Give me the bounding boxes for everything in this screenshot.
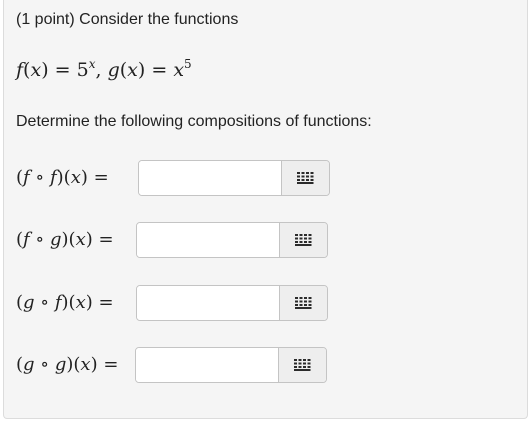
f-name: f bbox=[16, 59, 24, 81]
inner-function: g bbox=[54, 354, 67, 375]
variable: x bbox=[75, 229, 86, 250]
variable: x bbox=[70, 167, 81, 188]
answer-input-g-of-f[interactable] bbox=[137, 286, 280, 320]
inner-function: f bbox=[54, 292, 62, 313]
answer-field-group bbox=[138, 160, 330, 196]
answer-row-g-of-f: (g ∘ f)(x) = bbox=[16, 285, 336, 323]
g-base: x bbox=[173, 59, 185, 81]
g-name: g bbox=[107, 59, 120, 81]
inner-function: g bbox=[49, 229, 62, 250]
f-exponent: x bbox=[88, 57, 96, 71]
variable: x bbox=[75, 292, 86, 313]
answer-row-f-of-g: (f ∘ g)(x) = bbox=[16, 222, 336, 260]
outer-function: f bbox=[23, 229, 30, 250]
answer-field-group bbox=[136, 285, 328, 321]
outer-function: g bbox=[23, 354, 35, 375]
f-base: 5 bbox=[76, 59, 89, 81]
composition-label: (f ∘ f)(x) = bbox=[16, 167, 109, 188]
answer-input-g-of-g[interactable] bbox=[136, 348, 279, 382]
problem-intro: (1 point) Consider the functions bbox=[16, 11, 239, 28]
keypad-button[interactable] bbox=[281, 161, 329, 195]
composition-label: (g ∘ g)(x) = bbox=[16, 354, 119, 375]
keypad-button[interactable] bbox=[278, 348, 326, 382]
outer-function: f bbox=[23, 167, 30, 188]
answer-input-f-of-g[interactable] bbox=[137, 223, 280, 257]
g-exponent: 5 bbox=[184, 57, 192, 71]
outer-function: g bbox=[23, 292, 35, 313]
keypad-button[interactable] bbox=[279, 286, 327, 320]
problem-card: (1 point) Consider the functions f(x) = … bbox=[3, 0, 528, 419]
keypad-grid-icon bbox=[294, 359, 311, 371]
keypad-grid-icon bbox=[295, 234, 312, 246]
keypad-grid-icon bbox=[295, 297, 312, 309]
keypad-grid-icon bbox=[297, 172, 314, 184]
function-definitions: f(x) = 5x, g(x) = x5 bbox=[16, 57, 192, 81]
answer-field-group bbox=[135, 347, 327, 383]
f-var: x bbox=[30, 59, 42, 81]
problem-instructions: Determine the following compositions of … bbox=[16, 113, 372, 130]
answer-row-g-of-g: (g ∘ g)(x) = bbox=[16, 347, 336, 385]
variable: x bbox=[80, 354, 91, 375]
g-var: x bbox=[127, 59, 138, 81]
inner-function: f bbox=[49, 167, 57, 188]
answer-row-f-of-f: (f ∘ f)(x) = bbox=[16, 160, 336, 198]
composition-label: (g ∘ f)(x) = bbox=[16, 292, 114, 313]
keypad-button[interactable] bbox=[279, 223, 327, 257]
composition-label: (f ∘ g)(x) = bbox=[16, 229, 114, 250]
answer-field-group bbox=[136, 222, 328, 258]
answer-input-f-of-f[interactable] bbox=[139, 161, 282, 195]
